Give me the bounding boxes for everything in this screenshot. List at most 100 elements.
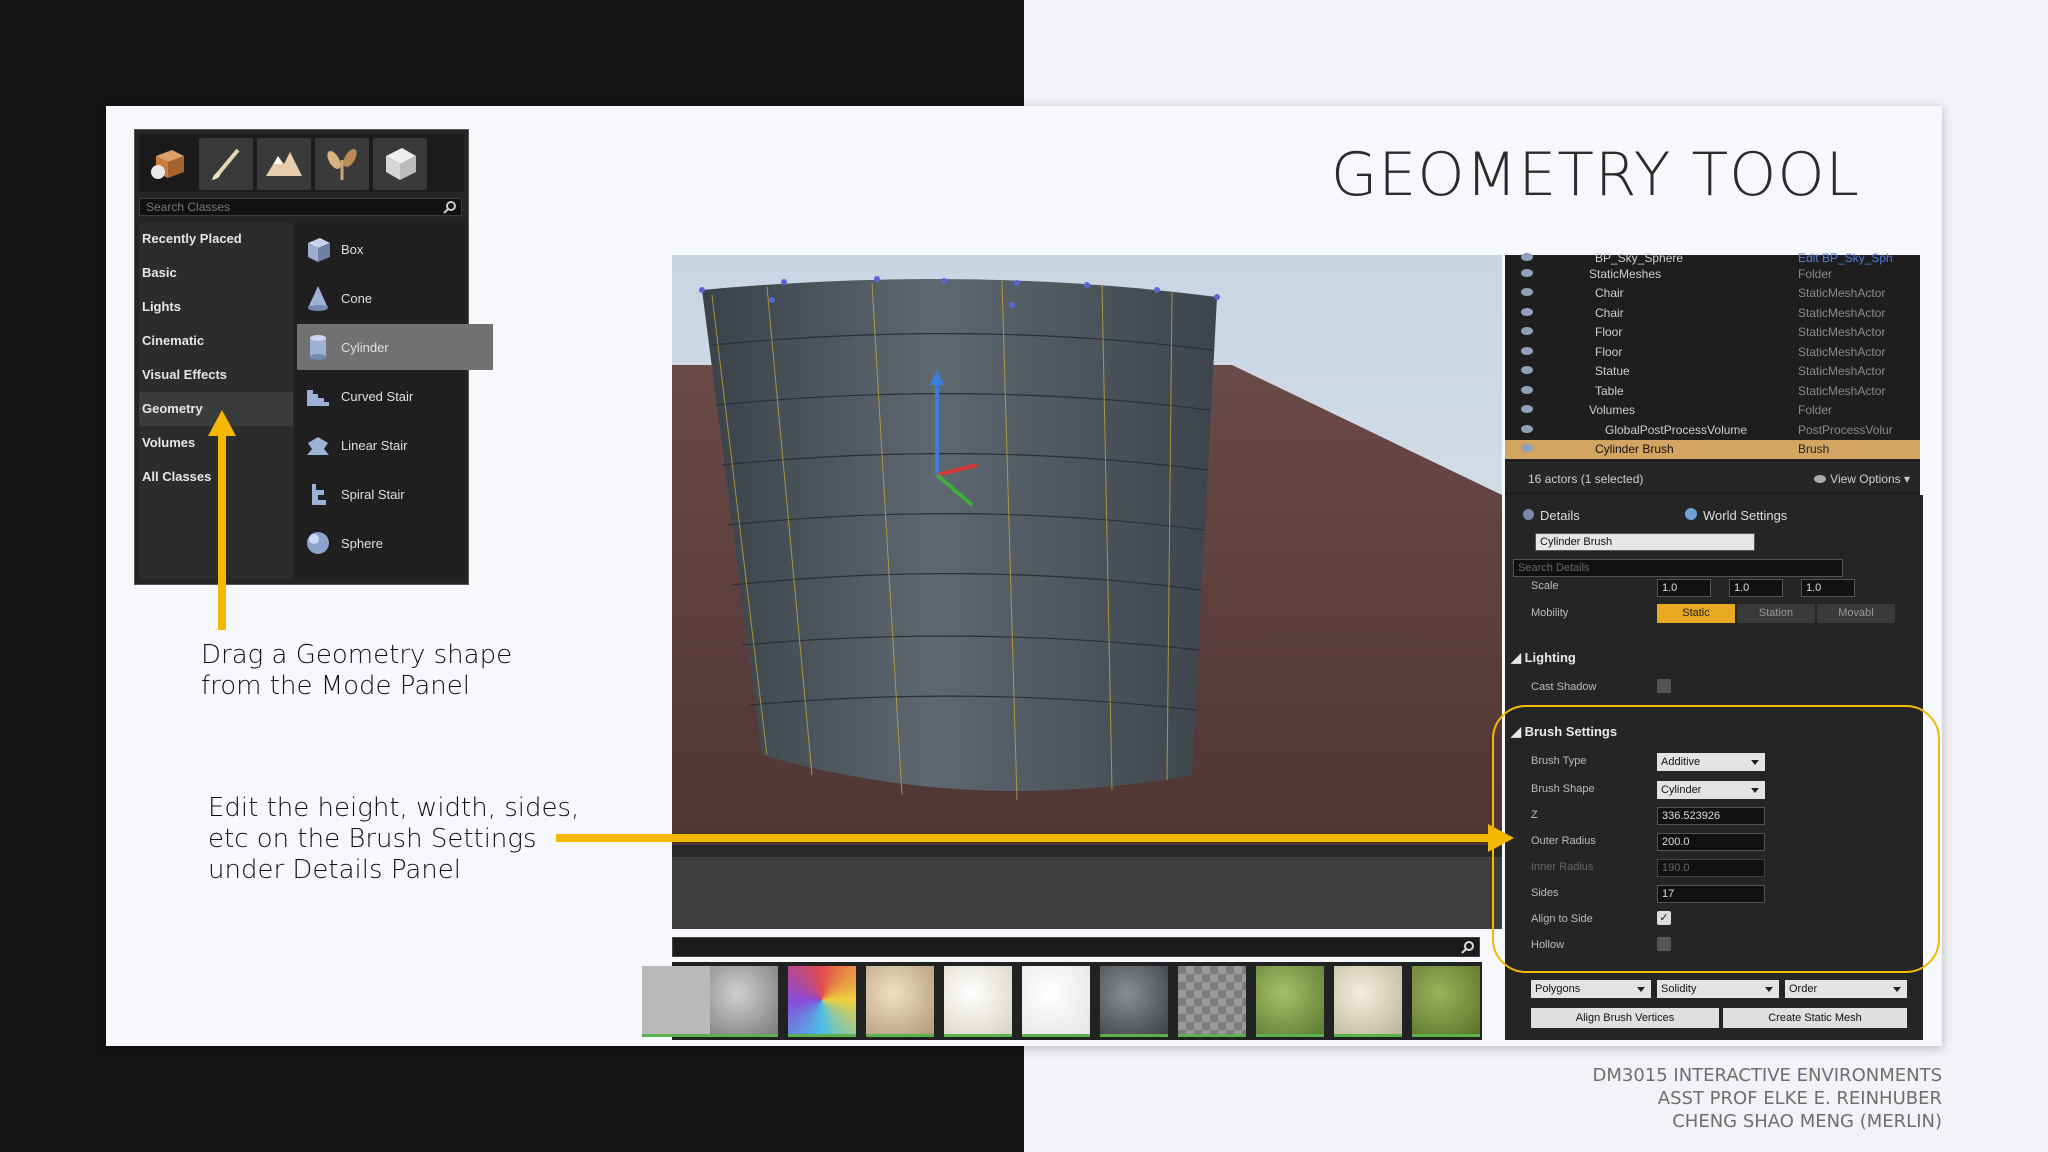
- material-thumbnail[interactable]: [710, 966, 778, 1037]
- place-icon[interactable]: [141, 138, 195, 190]
- search-details-input[interactable]: Search Details: [1513, 559, 1843, 577]
- item-curved-stair[interactable]: Curved Stair: [297, 373, 493, 419]
- eye-icon[interactable]: [1521, 444, 1533, 452]
- item-cone[interactable]: Cone: [297, 275, 493, 321]
- eye-icon[interactable]: [1521, 405, 1533, 413]
- actor-type: StaticMeshActor: [1798, 364, 1886, 378]
- callout-edit-line: Edit the height, width, sides,: [208, 793, 580, 823]
- scale-y-field[interactable]: 1.0: [1729, 579, 1783, 597]
- search-classes-input[interactable]: Search Classes: [139, 198, 462, 216]
- material-thumbnail[interactable]: [1100, 966, 1168, 1037]
- align-brush-vertices-button[interactable]: Align Brush Vertices: [1531, 1008, 1719, 1028]
- details-icon: [1523, 509, 1534, 520]
- geometry-edit-icon[interactable]: [373, 138, 427, 190]
- eye-icon[interactable]: [1521, 308, 1533, 316]
- outliner-row[interactable]: Floor StaticMeshActor: [1505, 343, 1920, 362]
- actor-name: Statue: [1595, 364, 1630, 378]
- eye-icon[interactable]: [1521, 366, 1533, 374]
- actor-name: Table: [1595, 384, 1624, 398]
- world-outliner: BP_Sky_Sphere Edit BP_Sky_Sph StaticMesh…: [1505, 251, 1920, 495]
- content-browser-search[interactable]: [672, 937, 1480, 957]
- viewport-bottom-bar: [672, 857, 1502, 929]
- viewport-scene: [672, 255, 1502, 857]
- callout-drag-line: from the Mode Panel: [201, 671, 470, 701]
- actor-type: StaticMeshActor: [1798, 325, 1886, 339]
- eye-icon[interactable]: [1521, 327, 1533, 335]
- material-thumbnail[interactable]: [866, 966, 934, 1037]
- polygons-dropdown[interactable]: Polygons: [1531, 980, 1651, 998]
- cast-shadow-checkbox[interactable]: [1657, 679, 1671, 693]
- material-thumbnail[interactable]: [1412, 966, 1480, 1037]
- material-thumbnail[interactable]: [944, 966, 1012, 1037]
- scale-z-field[interactable]: 1.0: [1801, 579, 1855, 597]
- category-all-classes[interactable]: All Classes: [139, 460, 293, 494]
- material-thumbnail[interactable]: [1256, 966, 1324, 1037]
- foliage-icon[interactable]: [315, 138, 369, 190]
- item-label: Sphere: [341, 535, 383, 551]
- cast-shadow-label: Cast Shadow: [1531, 681, 1597, 693]
- scale-x-field[interactable]: 1.0: [1657, 579, 1711, 597]
- outliner-row[interactable]: Chair StaticMeshActor: [1505, 304, 1920, 323]
- footer-line: DM3015 INTERACTIVE ENVIRONMENTS: [1592, 1065, 1942, 1086]
- material-thumbnail[interactable]: [1334, 966, 1402, 1037]
- cylinder-icon: [303, 332, 333, 362]
- spiral-stair-icon: [303, 479, 333, 509]
- lighting-section-header[interactable]: ◢ Lighting: [1511, 650, 1576, 666]
- tab-world-settings[interactable]: World Settings: [1685, 505, 1787, 527]
- item-box[interactable]: Box: [297, 226, 493, 272]
- material-thumbnail[interactable]: [1178, 966, 1246, 1037]
- tab-details[interactable]: Details: [1523, 505, 1580, 527]
- actor-type: StaticMeshActor: [1798, 286, 1886, 300]
- category-cinematic[interactable]: Cinematic: [139, 324, 293, 358]
- globe-icon: [1685, 508, 1697, 520]
- outliner-row[interactable]: Volumes Folder: [1505, 401, 1920, 420]
- material-thumbnail[interactable]: [1022, 966, 1090, 1037]
- mobility-movable-button[interactable]: Movabl: [1817, 604, 1895, 623]
- outliner-row[interactable]: StaticMeshes Folder: [1505, 265, 1920, 284]
- outliner-row[interactable]: Chair StaticMeshActor: [1505, 284, 1920, 303]
- create-static-mesh-button[interactable]: Create Static Mesh: [1723, 1008, 1907, 1028]
- paint-icon[interactable]: [199, 138, 253, 190]
- scale-label: Scale: [1531, 580, 1559, 592]
- material-thumbnail[interactable]: [642, 966, 710, 1037]
- outliner-row[interactable]: Table StaticMeshActor: [1505, 382, 1920, 401]
- mode-panel: Search Classes Recently Placed Basic Lig…: [134, 129, 493, 585]
- order-dropdown[interactable]: Order: [1785, 980, 1907, 998]
- level-viewport[interactable]: [672, 255, 1502, 857]
- landscape-icon[interactable]: [257, 138, 311, 190]
- outliner-row[interactable]: Floor StaticMeshActor: [1505, 323, 1920, 342]
- category-visual-effects[interactable]: Visual Effects: [139, 358, 293, 392]
- item-spiral-stair[interactable]: Spiral Stair: [297, 471, 493, 517]
- solidity-dropdown[interactable]: Solidity: [1657, 980, 1779, 998]
- outliner-row[interactable]: Statue StaticMeshActor: [1505, 362, 1920, 381]
- actor-name: Cylinder Brush: [1595, 442, 1674, 456]
- item-cylinder[interactable]: Cylinder: [297, 324, 493, 370]
- tab-details-label: Details: [1540, 508, 1580, 523]
- eye-icon[interactable]: [1521, 253, 1533, 261]
- callout-edit-line: under Details Panel: [208, 855, 461, 885]
- eye-icon[interactable]: [1521, 288, 1533, 296]
- callout-drag: Drag a Geometry shape from the Mode Pane…: [201, 640, 512, 702]
- eye-icon[interactable]: [1521, 386, 1533, 394]
- item-sphere[interactable]: Sphere: [297, 520, 493, 566]
- outliner-row[interactable]: GlobalPostProcessVolume PostProcessVolur: [1505, 421, 1920, 440]
- category-basic[interactable]: Basic: [139, 256, 293, 290]
- actor-type: PostProcessVolur: [1798, 423, 1893, 437]
- actor-name: Floor: [1595, 325, 1623, 339]
- actor-type[interactable]: Edit BP_Sky_Sph: [1798, 251, 1893, 265]
- view-options-button[interactable]: View Options ▾: [1814, 472, 1910, 486]
- outliner-row-selected[interactable]: Cylinder Brush Brush: [1505, 440, 1920, 459]
- eye-icon[interactable]: [1521, 347, 1533, 355]
- item-linear-stair[interactable]: Linear Stair: [297, 422, 493, 468]
- eye-icon[interactable]: [1521, 269, 1533, 277]
- actor-type: Brush: [1798, 442, 1830, 456]
- category-lights[interactable]: Lights: [139, 290, 293, 324]
- actor-name-field[interactable]: Cylinder Brush: [1535, 533, 1755, 551]
- category-recently-placed[interactable]: Recently Placed: [139, 222, 293, 256]
- view-options-label: View Options: [1830, 472, 1901, 486]
- material-thumbnail[interactable]: [788, 966, 856, 1037]
- arrow-up: [218, 420, 226, 630]
- eye-icon[interactable]: [1521, 425, 1533, 433]
- mobility-static-button[interactable]: Static: [1657, 604, 1735, 623]
- mobility-station-button[interactable]: Station: [1737, 604, 1815, 623]
